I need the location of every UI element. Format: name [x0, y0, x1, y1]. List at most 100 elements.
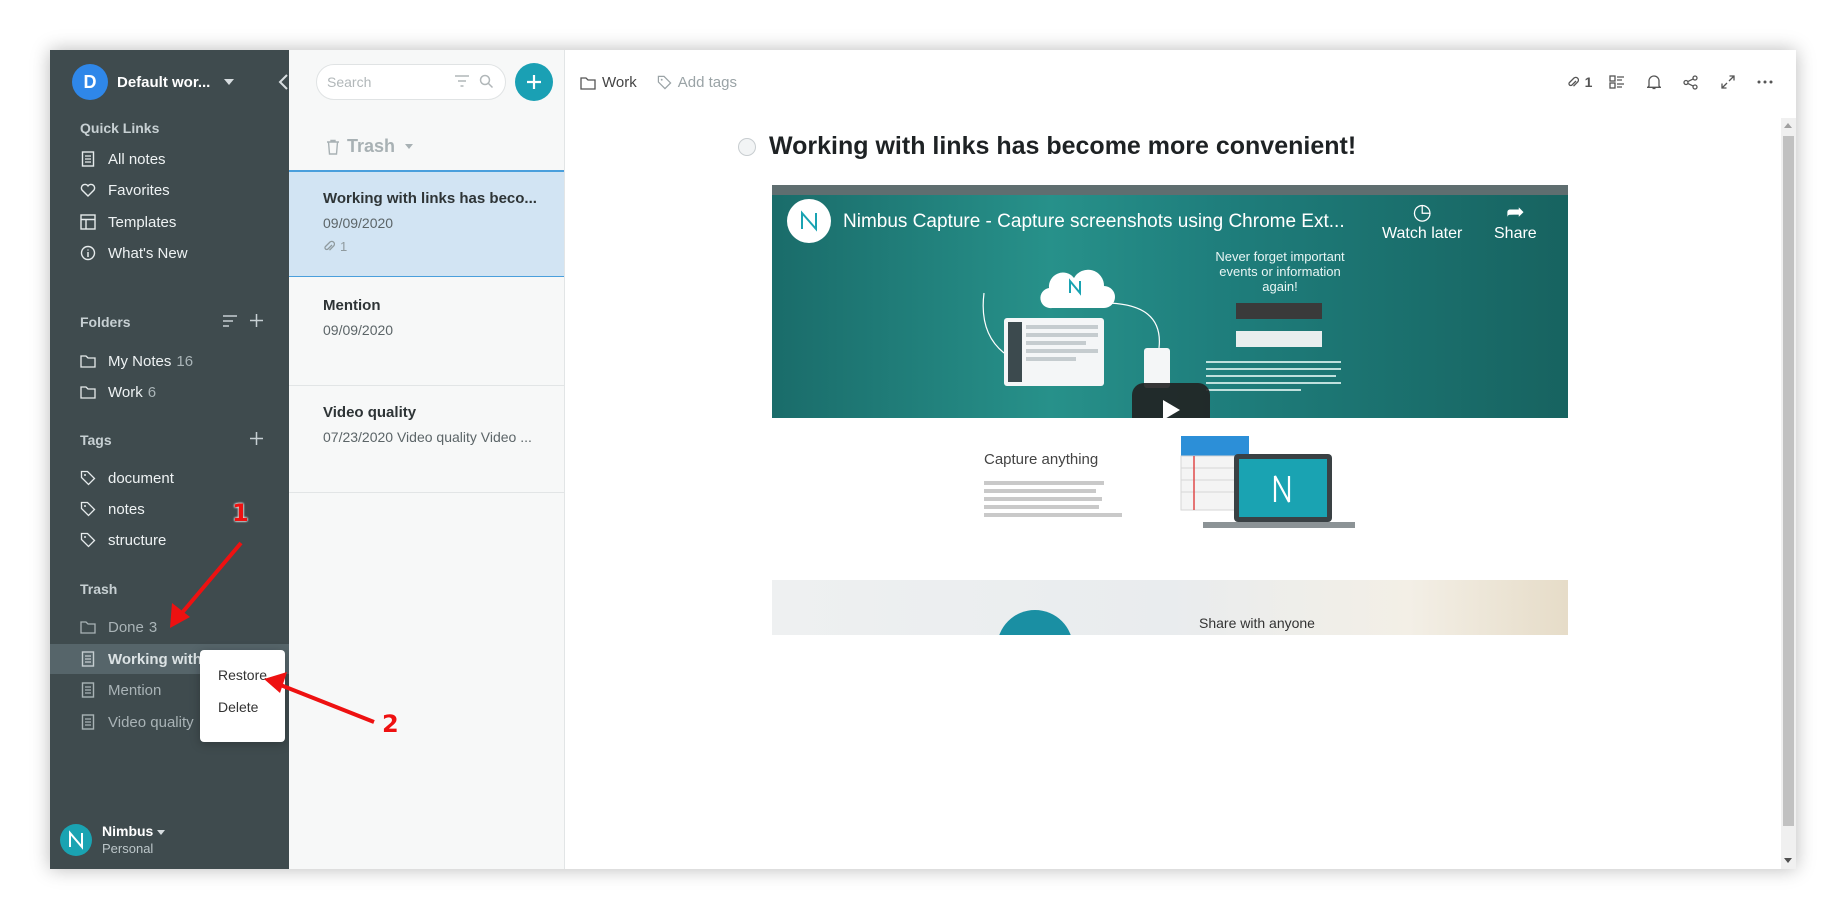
chevron-down-icon: [224, 79, 235, 85]
sidebar-item-label: Work: [108, 383, 143, 401]
sidebar-item-favorites[interactable]: Favorites: [50, 175, 289, 205]
sidebar: D Default wor... Quick Links All notes F…: [50, 50, 289, 869]
filter-icon[interactable]: [454, 74, 470, 88]
folders-title: Folders: [80, 314, 131, 330]
note-folder-link[interactable]: Work: [602, 74, 637, 91]
bell-icon: [1646, 75, 1661, 90]
video-download-shape: [1236, 331, 1322, 347]
list-header-label: Trash: [347, 136, 396, 156]
fullscreen-button[interactable]: [1709, 72, 1746, 92]
annotation-marker-1: 1: [232, 499, 249, 527]
plus-icon: [527, 75, 541, 89]
sidebar-item-work[interactable]: Work 6: [50, 377, 289, 407]
sidebar-item-tag-notes[interactable]: notes: [50, 494, 289, 524]
scroll-up-arrow[interactable]: [1784, 123, 1792, 128]
search-icon[interactable]: [479, 74, 494, 89]
attachments-count: 1: [1584, 74, 1593, 90]
video-title[interactable]: Nimbus Capture - Capture screenshots usi…: [843, 211, 1345, 233]
note-icon: [80, 682, 96, 698]
paperclip-icon: [324, 240, 335, 251]
laptop-illustration: [1180, 436, 1355, 528]
sidebar-item-label: Mention: [108, 681, 162, 699]
workspace-avatar: D: [72, 64, 108, 100]
sidebar-item-label: Working with: [108, 650, 202, 668]
clock-icon: ◷: [1412, 199, 1432, 224]
share-arrow-icon: ➦: [1506, 199, 1525, 224]
sidebar-item-tag-document[interactable]: document: [50, 463, 289, 493]
add-tags-button[interactable]: Add tags: [678, 74, 737, 91]
banner-circle-graphic: [997, 610, 1073, 635]
workspace-switcher[interactable]: D Default wor...: [72, 64, 288, 100]
add-note-button[interactable]: [515, 63, 553, 101]
trash-icon: [327, 139, 339, 155]
note-list-item[interactable]: Mention 09/09/2020: [289, 279, 564, 386]
heart-icon: [80, 182, 96, 198]
sidebar-item-templates[interactable]: Templates: [50, 207, 289, 237]
sidebar-item-whats-new[interactable]: What's New: [50, 238, 289, 268]
note-date: 09/09/2020: [323, 322, 394, 338]
toc-icon: [1608, 75, 1624, 89]
editor-scrollbar[interactable]: [1781, 118, 1796, 869]
cloud-illustration: [982, 269, 1170, 388]
user-name-label: Nimbus: [102, 823, 154, 839]
editor-toolbar: 1: [1561, 72, 1783, 92]
share-button[interactable]: [1672, 72, 1709, 92]
chevron-down-icon: [405, 144, 414, 149]
sidebar-item-label: document: [108, 469, 174, 487]
table-of-contents-button[interactable]: [1598, 72, 1635, 92]
sidebar-item-my-notes[interactable]: My Notes 16: [50, 346, 289, 376]
attachment-indicator: 1: [323, 239, 564, 254]
add-folder-icon[interactable]: [249, 313, 264, 328]
note-list-item[interactable]: Video quality 07/23/2020 Video quality V…: [289, 386, 564, 493]
video-share-label: Share: [1494, 225, 1537, 242]
capture-anything-section: Capture anything: [772, 418, 1568, 568]
video-fine-print: [1206, 361, 1341, 391]
more-options-button[interactable]: [1746, 72, 1783, 92]
folder-icon: [80, 619, 96, 635]
sidebar-item-label: Video quality: [108, 713, 194, 731]
add-tag-icon[interactable]: [249, 431, 264, 446]
sidebar-item-trash-done[interactable]: Done 3: [50, 612, 289, 642]
restore-menu-item[interactable]: Restore: [200, 666, 285, 698]
sidebar-item-label: Templates: [108, 213, 177, 231]
video-share-button[interactable]: ➦ Share: [1494, 199, 1537, 243]
folder-count: 16: [176, 352, 194, 370]
scroll-down-arrow[interactable]: [1784, 858, 1792, 863]
info-icon: [80, 245, 96, 261]
folder-icon: [80, 353, 96, 369]
channel-logo-icon: [787, 199, 831, 243]
list-header-trash[interactable]: Trash: [326, 136, 414, 157]
more-icon: [1757, 80, 1772, 84]
video-signup-shape: [1236, 303, 1322, 319]
sidebar-item-label: What's New: [108, 244, 188, 262]
note-title: Mention: [323, 297, 381, 314]
note-list-item[interactable]: Working with links has beco... 09/09/202…: [289, 170, 564, 277]
attachment-count: 1: [340, 239, 348, 254]
capture-text-line: [984, 489, 1096, 493]
tag-icon: [657, 75, 672, 90]
attachments-button[interactable]: 1: [1561, 72, 1598, 92]
watch-later-button[interactable]: ◷ Watch later: [1382, 199, 1462, 243]
sidebar-item-all-notes[interactable]: All notes: [50, 144, 289, 174]
search-input[interactable]: [327, 74, 437, 90]
user-name: Nimbus: [102, 823, 166, 839]
user-account[interactable]: Nimbus Personal: [60, 823, 166, 856]
capture-text-line: [984, 481, 1104, 485]
folder-count: 3: [148, 618, 158, 636]
note-icon: [80, 714, 96, 730]
note-title-heading[interactable]: Working with links has become more conve…: [769, 132, 1356, 161]
reminder-button[interactable]: [1635, 72, 1672, 92]
search-box[interactable]: [316, 64, 506, 100]
annotation-marker-2: 2: [382, 710, 399, 738]
capture-text-line: [984, 497, 1102, 501]
note-complete-checkbox[interactable]: [738, 138, 756, 156]
scrollbar-thumb[interactable]: [1783, 136, 1794, 826]
sort-icon[interactable]: [222, 314, 238, 328]
video-slogan: Never forget important events or informa…: [1215, 249, 1345, 294]
sidebar-item-tag-structure[interactable]: structure: [50, 525, 289, 555]
delete-menu-item[interactable]: Delete: [200, 698, 285, 730]
quick-links-title: Quick Links: [80, 120, 160, 136]
expand-icon: [1720, 75, 1735, 89]
watch-later-label: Watch later: [1382, 225, 1463, 242]
note-icon: [80, 651, 96, 667]
